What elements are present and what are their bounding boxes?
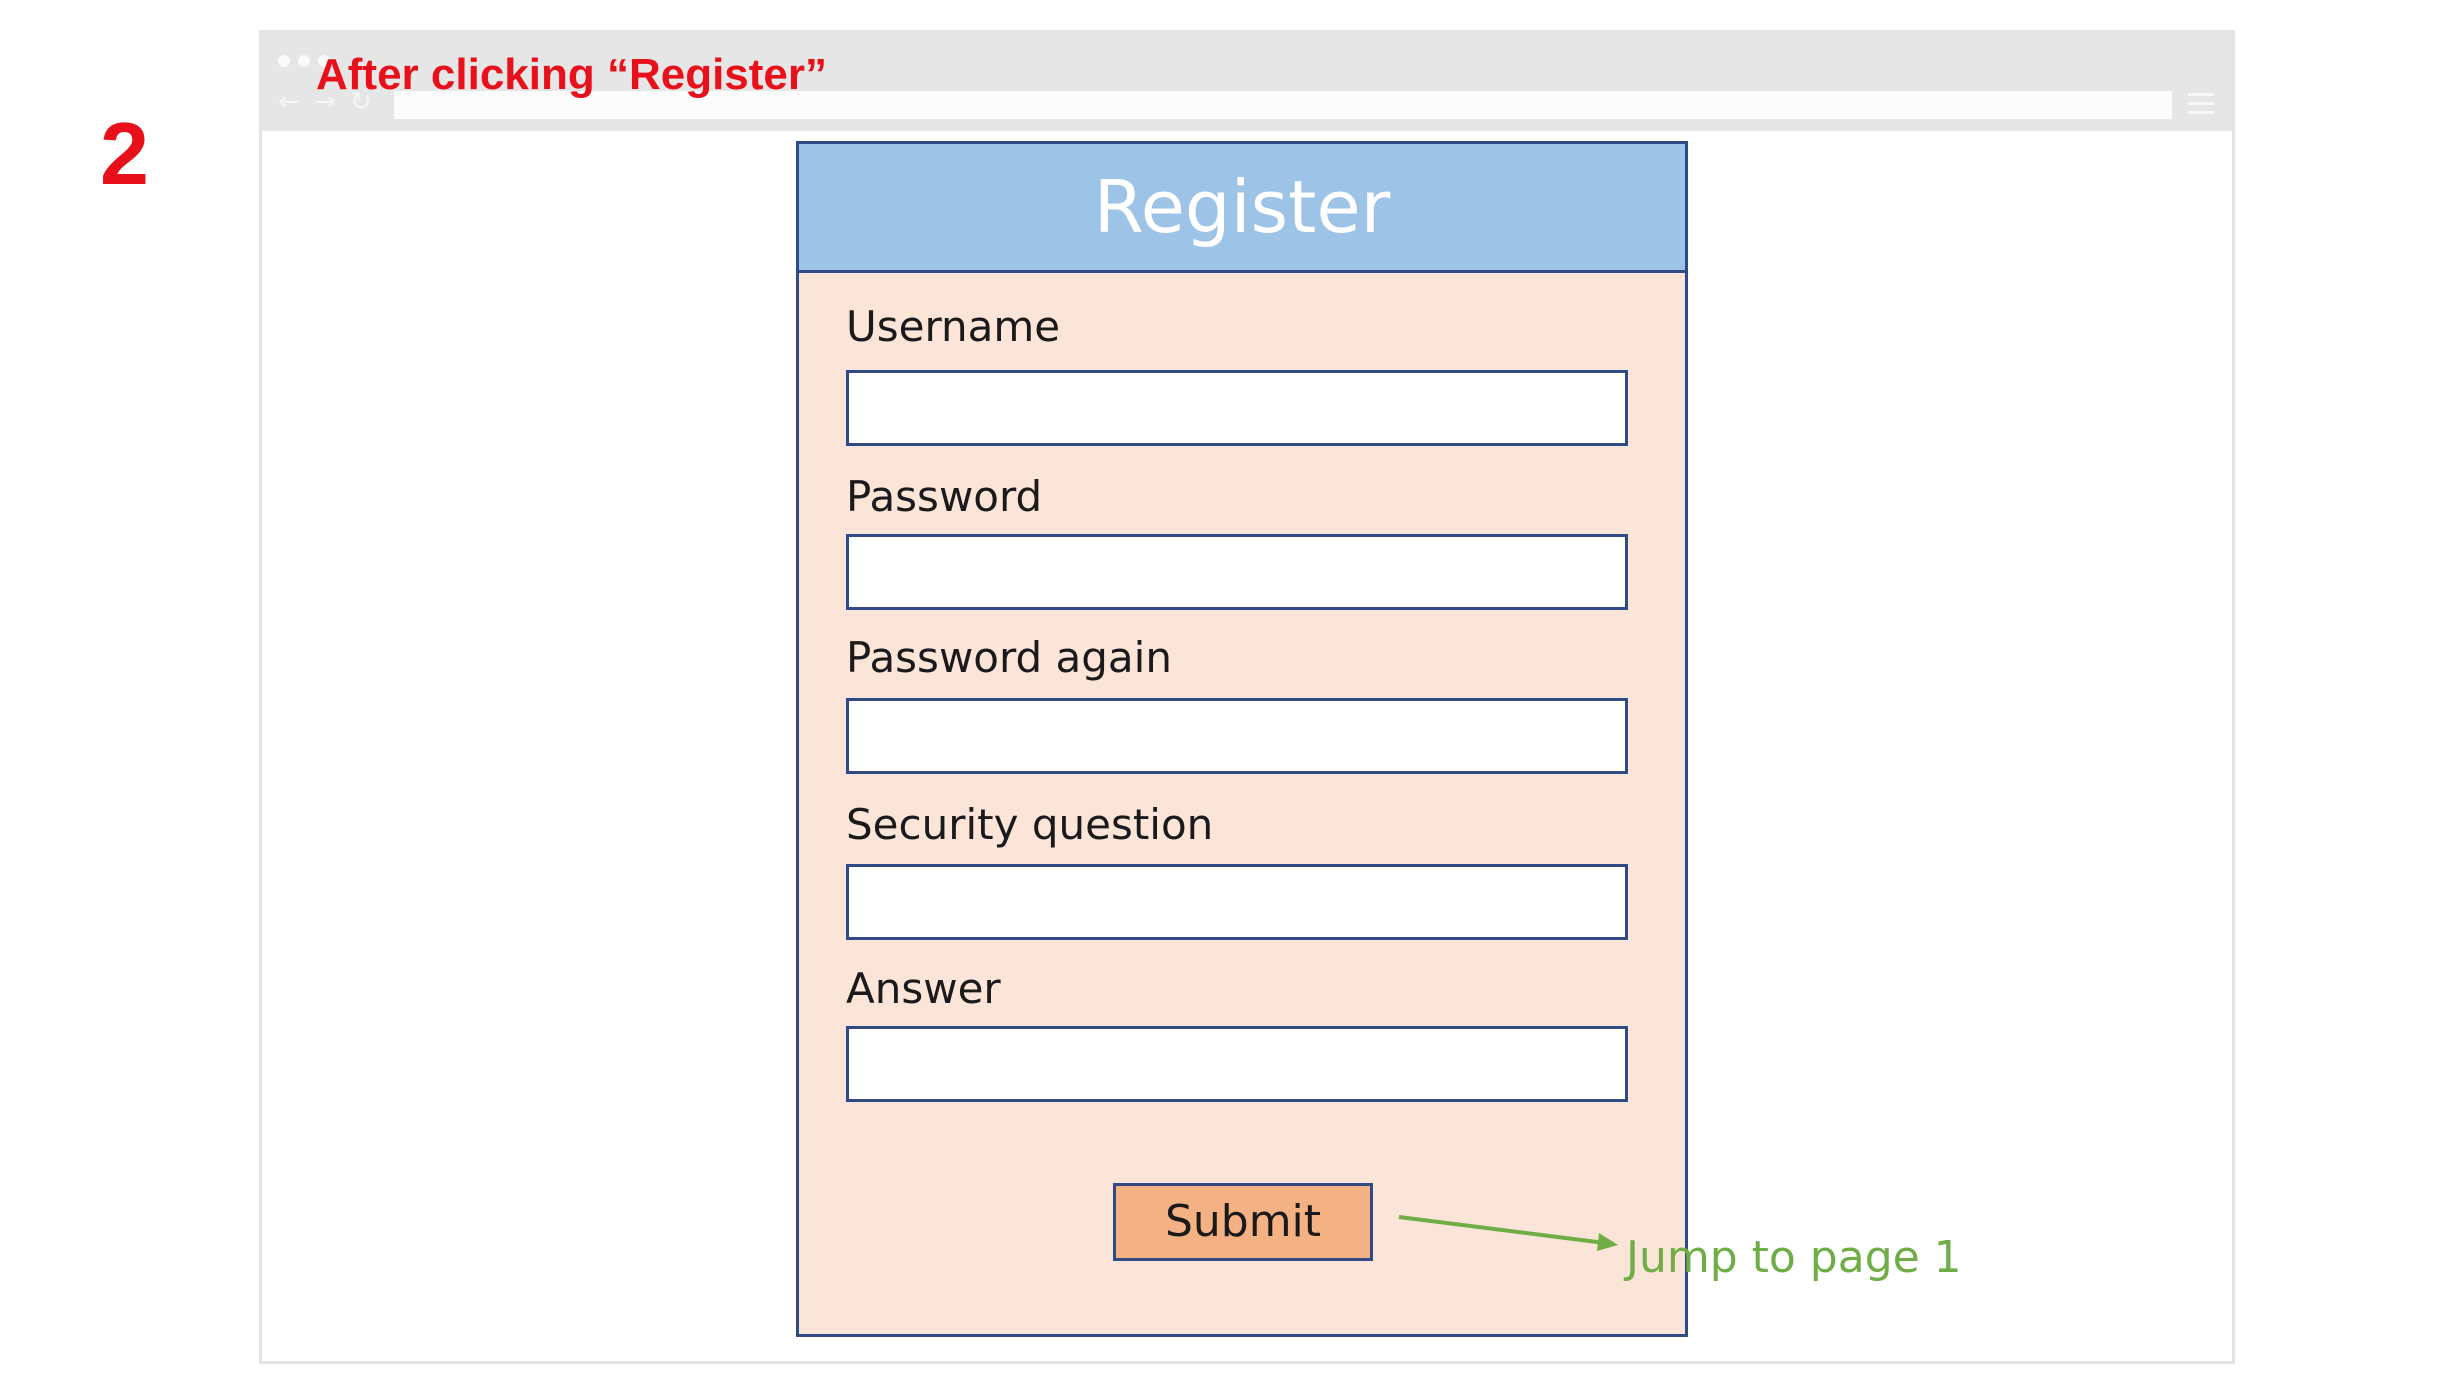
security-question-label: Security question — [846, 800, 1214, 849]
jump-annotation: Jump to page 1 — [1626, 1232, 1962, 1283]
window-control-dot[interactable] — [278, 55, 290, 67]
username-input[interactable] — [846, 370, 1628, 446]
hamburger-menu-icon[interactable] — [2188, 93, 2214, 115]
annotation-arrow-icon — [1398, 1215, 1618, 1251]
answer-label: Answer — [846, 964, 1001, 1013]
register-form-card: Register Username Password Password agai… — [796, 141, 1688, 1337]
username-label: Username — [846, 302, 1061, 351]
password-label: Password — [846, 472, 1043, 521]
back-arrow-icon[interactable]: ← — [278, 89, 300, 115]
submit-button[interactable]: Submit — [1113, 1183, 1373, 1261]
form-title: Register — [1093, 165, 1391, 249]
security-question-input[interactable] — [846, 864, 1628, 940]
password-again-label: Password again — [846, 633, 1172, 682]
form-header: Register — [799, 144, 1685, 273]
step-caption: After clicking “Register” — [316, 50, 828, 99]
password-input[interactable] — [846, 534, 1628, 610]
answer-input[interactable] — [846, 1026, 1628, 1102]
window-control-dot[interactable] — [298, 55, 310, 67]
step-number: 2 — [100, 104, 149, 203]
password-again-input[interactable] — [846, 698, 1628, 774]
